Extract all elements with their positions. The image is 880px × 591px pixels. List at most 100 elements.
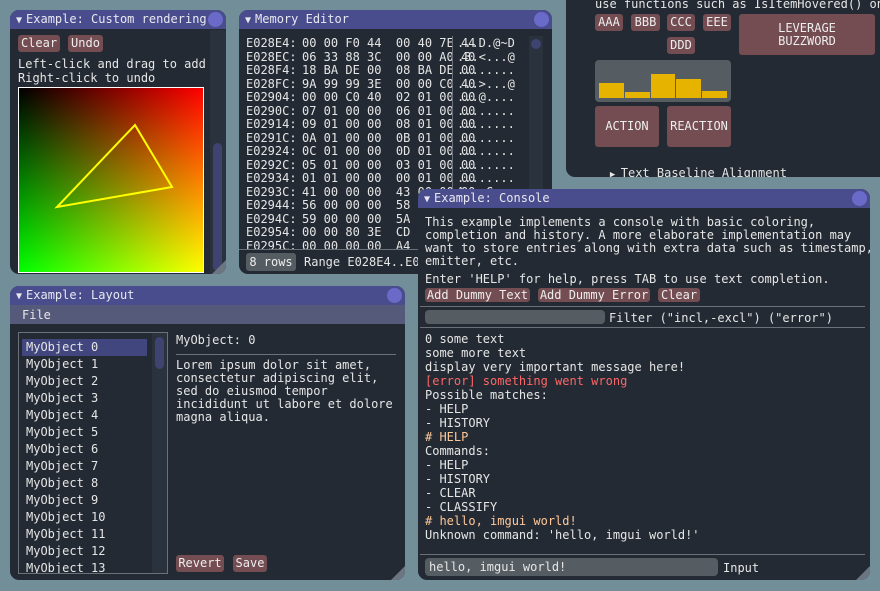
memory-address: E02934: <box>246 171 297 185</box>
close-icon[interactable] <box>852 191 867 206</box>
memory-hex[interactable]: 0A 01 00 00 0B 01 00 00 <box>302 131 475 145</box>
save-button[interactable]: Save <box>233 555 267 572</box>
list-item[interactable]: MyObject 11 <box>22 526 147 543</box>
log-line-normal: - HELP <box>425 402 469 416</box>
button-ddd[interactable]: DDD <box>667 37 695 54</box>
memory-address: E0294C: <box>246 211 297 226</box>
list-item[interactable]: MyObject 13 <box>22 560 147 573</box>
custom-rendering-titlebar[interactable]: ▼ Example: Custom rendering <box>10 10 226 29</box>
close-icon[interactable] <box>208 12 223 27</box>
clear-button[interactable]: Clear <box>18 35 60 52</box>
memory-hex[interactable]: 09 01 00 00 08 01 00 00 <box>302 118 475 131</box>
button-ccc[interactable]: CCC <box>667 14 695 31</box>
console-description: This example implements a console with b… <box>425 216 870 268</box>
menu-file[interactable]: File <box>22 308 51 322</box>
tree-item-scrolling[interactable]: ▶ Scrolling <box>581 169 686 177</box>
log-line-normal: display very important message here! <box>425 360 686 374</box>
memory-ascii: .3.<...@ <box>457 49 515 64</box>
add-dummy-error-button[interactable]: Add Dummy Error <box>538 288 650 302</box>
console-titlebar[interactable]: ▼ Example: Console <box>418 189 870 208</box>
drawing-canvas[interactable] <box>18 87 204 273</box>
memory-hex[interactable]: 06 33 88 3C 00 00 A0 40 <box>302 50 475 64</box>
custom-rendering-window: ▼ Example: Custom rendering Clear Undo Le… <box>10 10 226 274</box>
close-icon[interactable] <box>387 288 402 303</box>
memory-ascii: ........ <box>457 171 515 185</box>
rows-button[interactable]: 8 rows <box>246 253 296 271</box>
histogram-plot[interactable] <box>595 60 731 102</box>
separator <box>176 354 396 355</box>
button-eee[interactable]: EEE <box>703 14 731 31</box>
memory-hex[interactable]: 18 BA DE 00 08 BA DE 00 <box>302 64 475 77</box>
log-line-normal: - CLASSIFY <box>425 500 498 514</box>
scrollbar[interactable] <box>210 30 226 274</box>
list-item[interactable]: MyObject 8 <box>22 475 147 492</box>
histogram-bar <box>650 73 676 98</box>
memory-address: E02954: <box>246 225 297 239</box>
window-title: Example: Custom rendering <box>26 12 207 26</box>
list-item[interactable]: MyObject 0 <box>22 339 147 356</box>
resize-grip[interactable] <box>391 566 405 580</box>
revert-button[interactable]: Revert <box>176 555 224 572</box>
memory-address: E02904: <box>246 90 297 104</box>
leverage-buzzword-button[interactable]: LEVERAGE BUZZWORD <box>739 14 875 55</box>
button-bbb[interactable]: BBB <box>631 14 660 31</box>
collapse-triangle-icon[interactable]: ▼ <box>424 190 430 209</box>
filter-input[interactable] <box>425 310 605 324</box>
list-item[interactable]: MyObject 5 <box>22 424 147 441</box>
button-aaa[interactable]: AAA <box>595 14 623 31</box>
list-scrollbar[interactable] <box>152 333 167 573</box>
list-item[interactable]: MyObject 6 <box>22 441 147 458</box>
list-item[interactable]: MyObject 2 <box>22 373 147 390</box>
resize-grip[interactable] <box>212 260 226 274</box>
list-item[interactable]: MyObject 7 <box>22 458 147 475</box>
layout-titlebar[interactable]: ▼ Example: Layout <box>10 286 405 305</box>
memory-ascii: ...D.@~D <box>457 36 515 50</box>
scrollbar-grab[interactable] <box>531 39 541 49</box>
add-dummy-text-button[interactable]: Add Dummy Text <box>425 288 530 302</box>
memory-hex[interactable]: 05 01 00 00 03 01 00 00 <box>302 158 475 172</box>
reaction-button[interactable]: REACTION <box>667 106 731 147</box>
scrollbar-grab[interactable] <box>155 337 164 369</box>
histogram-bars <box>599 64 727 98</box>
collapse-triangle-icon[interactable]: ▼ <box>245 11 251 30</box>
clear-button[interactable]: Clear <box>658 288 700 302</box>
undo-button[interactable]: Undo <box>68 35 103 52</box>
list-item[interactable]: MyObject 12 <box>22 543 147 560</box>
memory-address: E02944: <box>246 198 297 212</box>
list-item[interactable]: MyObject 4 <box>22 407 147 424</box>
memory-address: E0290C: <box>246 103 297 118</box>
separator <box>420 554 865 555</box>
memory-hex[interactable]: 00 00 C0 40 02 01 00 00 <box>302 91 475 104</box>
scrollbar-grab[interactable] <box>213 143 222 271</box>
memory-hex[interactable]: 00 00 F0 44 00 40 7E 44 <box>302 37 475 50</box>
log-line-normal: Unknown command: 'hello, imgui world!' <box>425 528 700 542</box>
log-line-normal: some more text <box>425 346 527 360</box>
memory-editor-titlebar[interactable]: ▼ Memory Editor <box>239 10 552 29</box>
memory-address: E028FC: <box>246 76 297 91</box>
console-input[interactable] <box>425 558 718 576</box>
memory-address: E028E4: <box>246 36 297 50</box>
memory-hex[interactable]: 0C 01 00 00 0D 01 00 00 <box>302 145 475 158</box>
list-item[interactable]: MyObject 9 <box>22 492 147 509</box>
memory-hex[interactable]: 07 01 00 00 06 01 00 00 <box>302 104 475 118</box>
log-line-normal: - HISTORY <box>425 416 491 430</box>
collapse-triangle-icon[interactable]: ▼ <box>16 11 22 30</box>
widgets-top-text: use functions such as IsItemHovered() on <box>595 0 880 11</box>
collapse-triangle-icon[interactable]: ▼ <box>16 287 22 306</box>
list-item[interactable]: MyObject 3 <box>22 390 147 407</box>
log-line-normal: - CLEAR <box>425 486 476 500</box>
resize-grip[interactable] <box>856 566 870 580</box>
list-item[interactable]: MyObject 1 <box>22 356 147 373</box>
help-line-1: Left-click and drag to add <box>18 57 206 71</box>
list-item[interactable]: MyObject 10 <box>22 509 147 526</box>
help-line-2: Right-click to undo <box>18 71 156 85</box>
log-line-normal: Commands: <box>425 444 491 458</box>
memory-hex[interactable]: 01 01 00 00 00 01 00 00 <box>302 172 475 185</box>
memory-ascii: ...>...@ <box>457 76 515 91</box>
console-log[interactable]: 0 some text some more text display very im… <box>425 332 700 542</box>
drawn-triangle <box>54 123 174 209</box>
action-button[interactable]: ACTION <box>595 106 659 147</box>
close-icon[interactable] <box>534 12 549 27</box>
memory-hex[interactable]: 9A 99 99 3E 00 00 C0 40 <box>302 77 475 91</box>
object-list[interactable]: MyObject 0 MyObject 1 MyObject 2 MyObject 3… <box>18 332 168 574</box>
